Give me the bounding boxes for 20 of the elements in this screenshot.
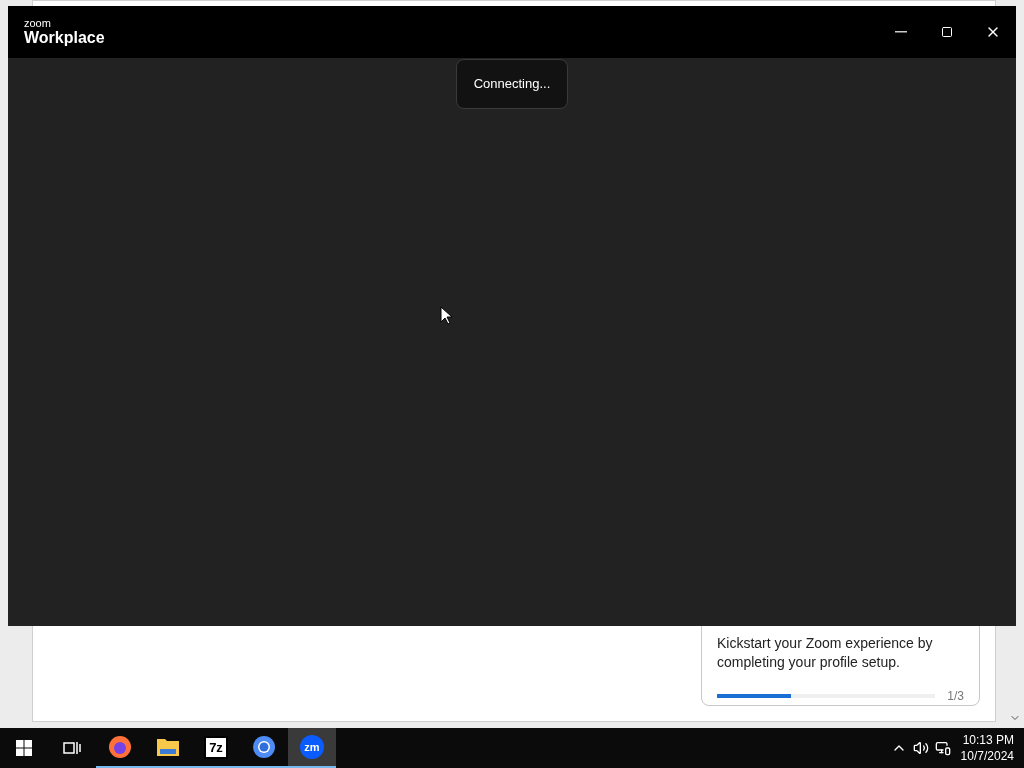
windows-icon — [16, 740, 32, 756]
taskbar-app-button[interactable]: zm — [288, 728, 336, 768]
network-icon[interactable] — [934, 740, 951, 756]
zoom-app-icon: zm — [300, 735, 324, 759]
brand-label: zoom — [24, 17, 52, 29]
speaker-icon[interactable] — [912, 740, 929, 756]
task-view-icon — [63, 740, 81, 756]
minimize-icon — [895, 31, 907, 33]
folder-icon — [156, 736, 180, 758]
mouse-cursor-icon — [440, 306, 452, 325]
firefox-icon — [108, 735, 132, 759]
maximize-icon — [941, 26, 953, 38]
step-counter: 1/3 — [947, 688, 964, 705]
connecting-toast: Connecting... — [455, 59, 569, 109]
clock[interactable]: 10:13 PM 10/7/2024 — [960, 732, 1014, 764]
profile-setup-text: Kickstart your Zoom experience by completing your profile setup. — [717, 634, 934, 672]
taskbar-app-button[interactable]: 7z — [192, 728, 240, 768]
browser-icon — [252, 735, 276, 759]
archive-icon: 7z — [204, 735, 228, 759]
window-title: Workplace — [24, 28, 105, 47]
